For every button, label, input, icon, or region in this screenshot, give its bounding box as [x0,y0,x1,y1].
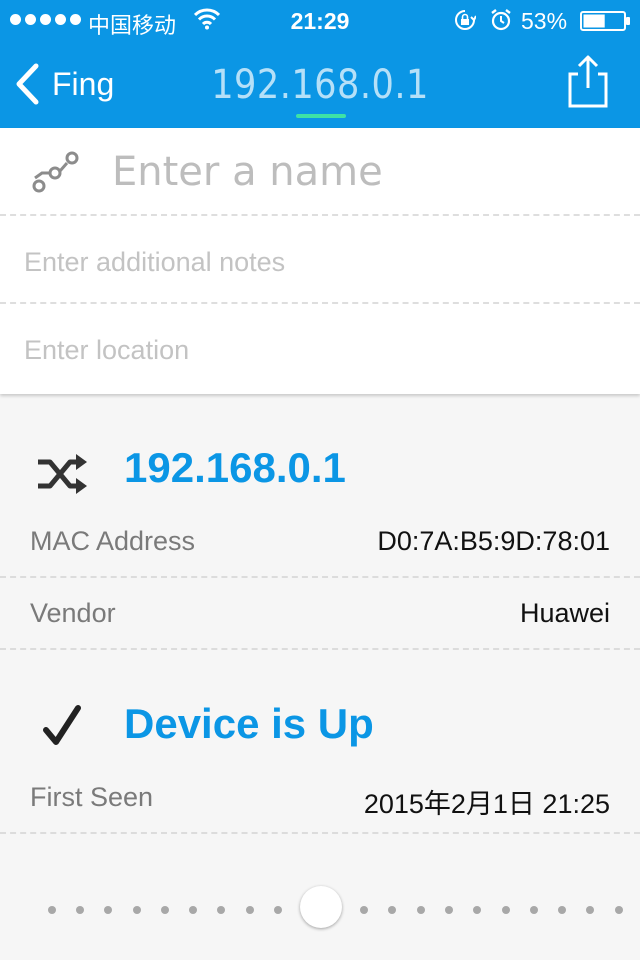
battery-icon [580,11,630,31]
page-title: 192.168.0.1 [211,62,429,108]
chevron-left-icon [16,63,39,105]
page-dot-active[interactable] [300,886,342,928]
share-icon[interactable] [566,54,610,110]
page-dot[interactable] [586,906,595,914]
location-row [0,304,640,394]
device-ip-address: 192.168.0.1 [124,444,346,491]
page-dot[interactable] [274,906,282,914]
page-dot[interactable] [388,906,397,914]
device-info-form [0,128,640,394]
battery-percent: 53% [521,8,568,34]
shuffle-icon [38,454,87,494]
device-status-title: Device is Up [124,700,374,747]
status-bar: 中国移动 21:29 53% [0,0,640,40]
page-dot[interactable] [473,906,482,914]
page-dot[interactable] [529,906,538,914]
mac-address-row: MAC Address D0:7A:B5:9D:78:01 [0,506,640,578]
device-tag-icon [32,151,79,193]
page-dot[interactable] [360,906,368,914]
page-dot[interactable] [160,906,169,914]
orientation-lock-icon [455,10,476,30]
notes-input[interactable] [24,242,604,282]
header-bar: 中国移动 21:29 53% Fing 192.168.0.1 [0,0,640,128]
page-dot[interactable] [614,906,623,914]
status-section-header: Device is Up [0,690,640,760]
page-dot[interactable] [558,906,567,914]
vendor-row: Vendor Huawei [0,578,640,650]
title-underline [296,114,346,118]
page-dot[interactable] [132,906,141,914]
vendor-label: Vendor [30,598,116,628]
name-row [0,128,640,216]
first-seen-row: First Seen 2015年2月1日 21:25 [0,762,640,834]
page-dot[interactable] [189,906,198,914]
first-seen-value: 2015年2月1日 21:25 [363,789,610,819]
mac-address-value: D0:7A:B5:9D:78:01 [377,526,610,556]
network-section-header: 192.168.0.1 [0,436,640,506]
page-dot[interactable] [104,906,113,914]
page-dot[interactable] [416,906,425,914]
page-control[interactable] [0,886,640,930]
page-dot[interactable] [47,906,56,914]
page-dot[interactable] [444,906,453,914]
mac-address-label: MAC Address [30,526,196,556]
alarm-icon [491,9,511,31]
page-dot[interactable] [501,906,510,914]
page-dot[interactable] [217,906,226,914]
vendor-value: Huawei [519,598,610,628]
page-dot[interactable] [75,906,84,914]
page-dot[interactable] [245,906,254,914]
location-input[interactable] [24,330,604,370]
notes-row [0,216,640,304]
device-name-input[interactable] [112,146,612,198]
first-seen-label: First Seen [30,782,154,812]
checkmark-icon [43,705,81,745]
